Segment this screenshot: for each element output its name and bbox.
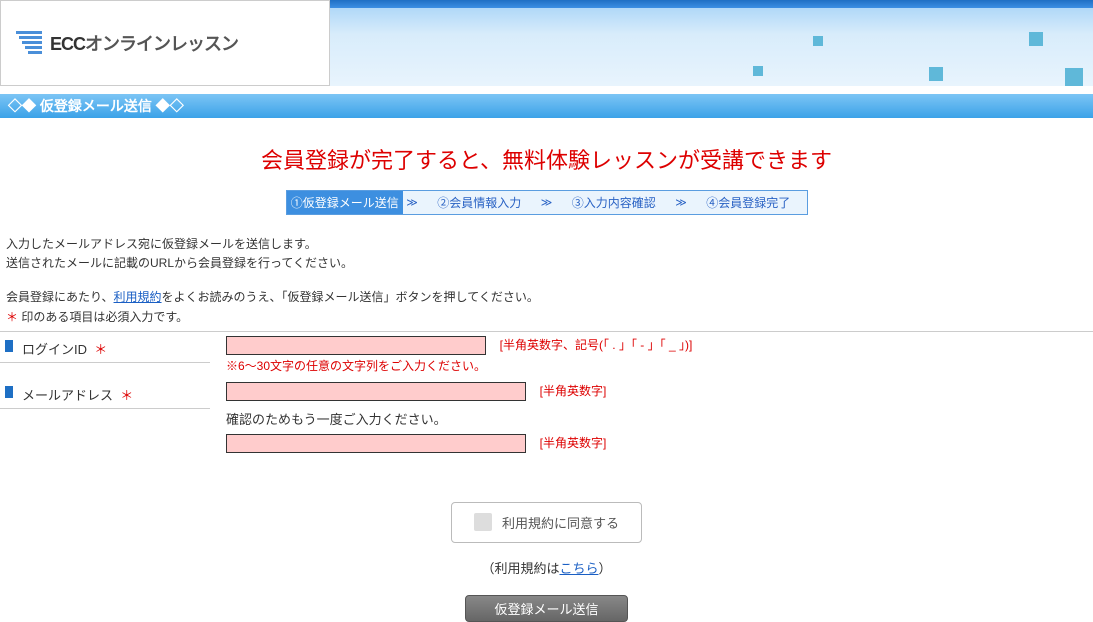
progress-steps: ①仮登録メール送信 ≫ ②会員情報入力 ≫ ③入力内容確認 ≫ ④会員登録完了 <box>286 190 808 215</box>
terms-here-link[interactable]: こちら <box>559 561 598 576</box>
login-id-input[interactable] <box>226 336 486 355</box>
action-area: 利用規約に同意する （利用規約はこちら） 仮登録メール送信 <box>0 502 1093 622</box>
email-confirm-text: 確認のためもう一度ご入力ください。 <box>226 409 1093 428</box>
agree-terms-button[interactable]: 利用規約に同意する <box>451 502 642 543</box>
email-confirm-input[interactable] <box>226 434 526 453</box>
required-note: ＊ 印のある項目は必須入力です。 <box>6 308 1087 327</box>
terms-link[interactable]: 利用規約 <box>114 290 162 304</box>
form-row-login-id: ログインID ＊ [半角英数字、記号(「 . 」「 - 」「 _ 」)] ※6～… <box>0 332 1093 378</box>
step-separator-icon: ≫ <box>672 191 690 214</box>
form-row-email: メールアドレス ＊ [半角英数字] 確認のためもう一度ご入力ください。 [半角英… <box>0 378 1093 457</box>
login-id-sub-hint: ※6～30文字の任意の文字列をご入力ください。 <box>226 357 1093 374</box>
step-separator-icon: ≫ <box>538 191 556 214</box>
step-4: ④会員登録完了 <box>690 191 807 214</box>
step-separator-icon: ≫ <box>403 191 421 214</box>
instructions: 入力したメールアドレス宛に仮登録メールを送信します。 送信されたメールに記載のU… <box>0 235 1093 327</box>
logo: ECCオンラインレッスン <box>0 0 330 86</box>
email-confirm-hint: [半角英数字] <box>540 436 607 450</box>
submit-button[interactable]: 仮登録メール送信 <box>465 595 627 622</box>
logo-icon <box>16 31 42 56</box>
header: ECCオンラインレッスン <box>0 0 1093 86</box>
checkbox-icon <box>474 513 492 531</box>
terms-link-text: （利用規約はこちら） <box>0 558 1093 577</box>
login-id-hint: [半角英数字、記号(「 . 」「 - 」「 _ 」)] <box>500 338 693 352</box>
logo-text: ECCオンラインレッスン <box>50 30 238 56</box>
instruction-line: 送信されたメールに記載のURLから会員登録を行ってください。 <box>6 254 1087 273</box>
step-2: ②会員情報入力 <box>421 191 538 214</box>
agree-label: 利用規約に同意する <box>502 513 619 532</box>
login-id-label: ログインID ＊ <box>0 336 210 363</box>
instruction-line: 会員登録にあたり、利用規約をよくお読みのうえ、「仮登録メール送信」ボタンを押して… <box>6 288 1087 307</box>
page-heading: 会員登録が完了すると、無料体験レッスンが受講できます <box>0 118 1093 190</box>
instruction-line: 入力したメールアドレス宛に仮登録メールを送信します。 <box>6 235 1087 254</box>
header-banner <box>330 0 1093 86</box>
email-label: メールアドレス ＊ <box>0 382 210 409</box>
label-marker-icon <box>5 340 13 352</box>
step-1: ①仮登録メール送信 <box>287 191 404 214</box>
section-title: ◇◆ 仮登録メール送信 ◆◇ <box>0 94 1093 118</box>
step-3: ③入力内容確認 <box>556 191 673 214</box>
email-hint: [半角英数字] <box>540 384 607 398</box>
email-input[interactable] <box>226 382 526 401</box>
label-marker-icon <box>5 386 13 398</box>
